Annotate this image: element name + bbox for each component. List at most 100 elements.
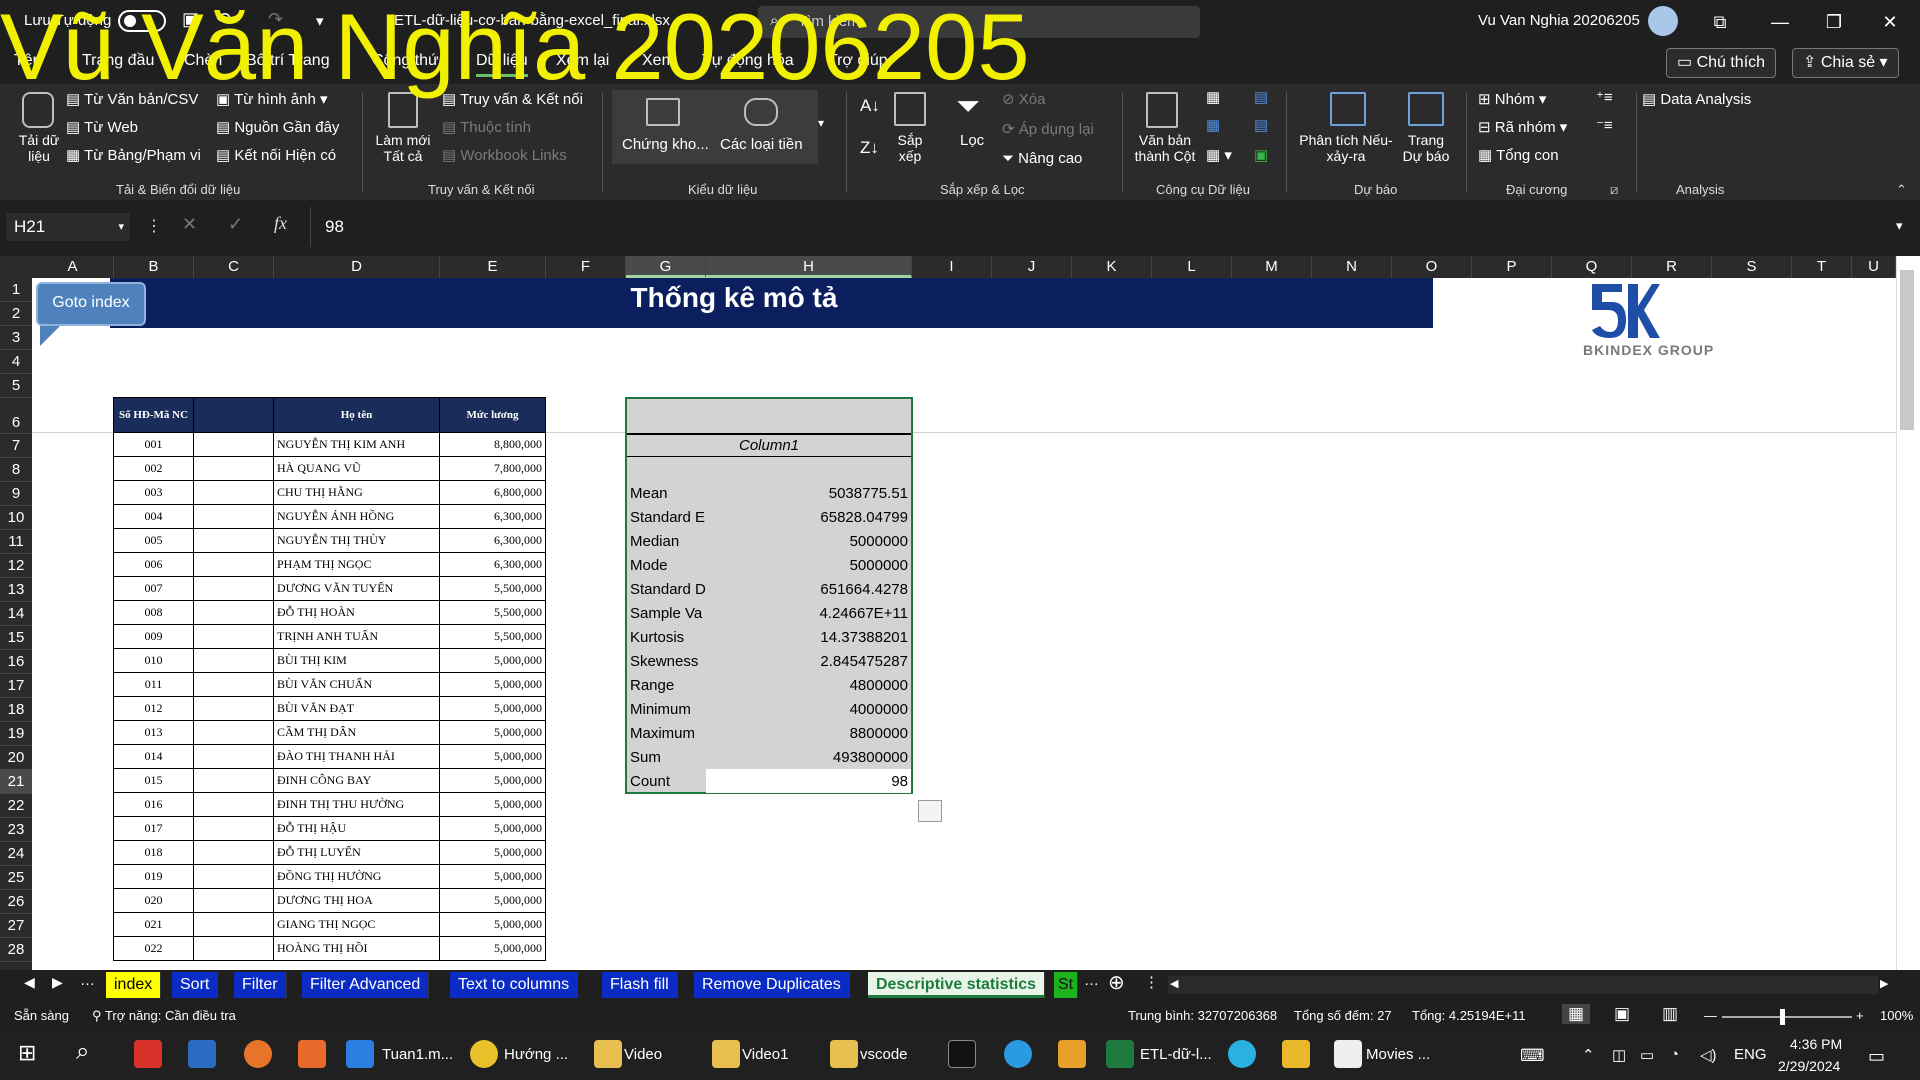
table-cell[interactable]: 003 <box>113 480 194 505</box>
paste-options-icon[interactable] <box>918 800 942 822</box>
app-icon[interactable] <box>298 1040 326 1068</box>
row-header[interactable]: 20 <box>0 746 32 770</box>
scroll-right-icon[interactable]: ▶ <box>52 974 63 991</box>
chevron-up-icon[interactable]: ⌃ <box>1582 1046 1595 1064</box>
stat-value[interactable]: 8800000 <box>706 725 908 742</box>
table-cell[interactable]: 5,000,000 <box>439 696 546 721</box>
horizontal-scrollbar[interactable] <box>1168 976 1878 994</box>
table-cell[interactable]: 6,300,000 <box>439 504 546 529</box>
table-cell[interactable] <box>193 792 274 817</box>
tab-options-icon[interactable]: ⋮ <box>1144 973 1159 991</box>
data-analysis-button[interactable]: ▤ Data Analysis <box>1642 90 1751 108</box>
table-cell[interactable]: 008 <box>113 600 194 625</box>
table-cell[interactable]: 5,000,000 <box>439 840 546 865</box>
avatar[interactable] <box>1648 6 1678 36</box>
docker-icon[interactable] <box>1004 1040 1032 1068</box>
table-cell[interactable] <box>193 888 274 913</box>
row-header[interactable]: 26 <box>0 890 32 914</box>
table-cell[interactable] <box>193 456 274 481</box>
row-header[interactable]: 25 <box>0 866 32 890</box>
column-header[interactable]: M <box>1232 256 1312 278</box>
stat-label[interactable]: Sum <box>630 749 706 766</box>
row-header[interactable]: 18 <box>0 698 32 722</box>
row-header[interactable]: 22 <box>0 794 32 818</box>
from-web-button[interactable]: ▤ Từ Web <box>66 118 138 136</box>
table-cell[interactable]: 6,300,000 <box>439 552 546 577</box>
stat-label[interactable]: Kurtosis <box>630 629 706 646</box>
table-cell[interactable]: BÙI THỊ KIM <box>273 648 440 673</box>
row-header[interactable]: 3 <box>0 326 32 350</box>
column-header[interactable]: E <box>440 256 546 278</box>
row-header[interactable]: 23 <box>0 818 32 842</box>
column-header[interactable]: T <box>1792 256 1852 278</box>
table-cell[interactable] <box>193 720 274 745</box>
table-cell[interactable]: ĐỒNG THỊ HƯỜNG <box>273 864 440 889</box>
table-cell[interactable]: 7,800,000 <box>439 456 546 481</box>
app-icon[interactable] <box>1058 1040 1086 1068</box>
workbook-links-button[interactable]: ▤ Workbook Links <box>442 146 567 164</box>
cancel-icon[interactable]: ✕ <box>182 214 197 235</box>
table-cell[interactable] <box>193 864 274 889</box>
column-header[interactable]: L <box>1152 256 1232 278</box>
stat-label[interactable]: Standard E <box>630 509 706 526</box>
table-cell[interactable]: 8,800,000 <box>439 432 546 457</box>
row-header[interactable]: 28 <box>0 938 32 962</box>
stocks-button[interactable]: Chứng kho... <box>622 136 709 153</box>
table-cell[interactable]: 011 <box>113 672 194 697</box>
table-cell[interactable]: 5,000,000 <box>439 912 546 937</box>
sheet-tab-st[interactable]: St <box>1054 972 1079 998</box>
more-sheets-icon[interactable]: … <box>80 972 95 989</box>
table-cell[interactable]: GIANG THỊ NGỌC <box>273 912 440 937</box>
stat-label[interactable]: Range <box>630 677 706 694</box>
table-cell[interactable]: ĐINH CÔNG BAY <box>273 768 440 793</box>
row-header[interactable]: 11 <box>0 530 32 554</box>
table-cell[interactable]: ĐỖ THỊ LUYẾN <box>273 840 440 865</box>
column-header[interactable]: K <box>1072 256 1152 278</box>
table-cell[interactable] <box>193 696 274 721</box>
table-cell[interactable]: 002 <box>113 456 194 481</box>
app-icon[interactable] <box>134 1040 162 1068</box>
table-cell[interactable]: 5,000,000 <box>439 720 546 745</box>
scroll-right-icon[interactable]: ▶ <box>1880 977 1888 990</box>
comments-button[interactable]: ▭ Chú thích <box>1666 48 1777 78</box>
row-header[interactable]: 2 <box>0 302 32 326</box>
column-header[interactable]: N <box>1312 256 1392 278</box>
table-cell[interactable]: 001 <box>113 432 194 457</box>
what-if-button[interactable]: Phân tích Nếu-xảy-ra <box>1296 132 1396 164</box>
table-cell[interactable]: 021 <box>113 912 194 937</box>
folder-icon[interactable] <box>712 1040 740 1068</box>
get-data-button[interactable]: Tải dữ liệu <box>14 132 64 164</box>
clock-time[interactable]: 4:36 PM <box>1790 1036 1842 1052</box>
table-cell[interactable]: DƯƠNG THỊ HOA <box>273 888 440 913</box>
sheet-tab-index[interactable]: index <box>106 972 162 998</box>
taskbar-app[interactable]: vscode <box>860 1046 908 1063</box>
table-cell[interactable]: 018 <box>113 840 194 865</box>
existing-connections-button[interactable]: ▤ Kết nối Hiện có <box>216 146 336 164</box>
folder-icon[interactable] <box>830 1040 858 1068</box>
expand-formula-icon[interactable]: ▾ <box>1896 218 1903 234</box>
table-cell[interactable]: ĐÀO THỊ THANH HẢI <box>273 744 440 769</box>
table-cell[interactable]: 022 <box>113 936 194 961</box>
table-cell[interactable]: 010 <box>113 648 194 673</box>
table-cell[interactable]: HOÀNG THỊ HỒI <box>273 936 440 961</box>
scroll-left-icon[interactable]: ◀ <box>24 974 35 991</box>
taskbar-app[interactable]: Video1 <box>742 1046 788 1063</box>
accessibility-status[interactable]: ⚲ Trợ năng: Cần điều tra <box>92 1008 236 1024</box>
ribbon-display-icon[interactable]: ⧉ <box>1700 8 1740 36</box>
stat-value[interactable]: 651664.4278 <box>706 581 908 598</box>
row-header[interactable]: 12 <box>0 554 32 578</box>
zoom-in-icon[interactable]: + <box>1856 1008 1864 1023</box>
column-header[interactable]: A <box>32 256 114 278</box>
sheet-tab-filter[interactable]: Filter <box>234 972 287 998</box>
table-cell[interactable] <box>193 744 274 769</box>
row-header[interactable]: 17 <box>0 674 32 698</box>
data-validation-icon[interactable]: ▦ ▾ <box>1206 146 1232 164</box>
table-cell[interactable]: 5,000,000 <box>439 768 546 793</box>
table-cell[interactable]: NGUYỄN ÁNH HỒNG <box>273 504 440 529</box>
stat-value[interactable]: 98 <box>706 773 908 790</box>
normal-view-icon[interactable]: ▦ <box>1562 1004 1591 1024</box>
column-header[interactable]: S <box>1712 256 1792 278</box>
gallery-more-icon[interactable]: ▾ <box>818 116 824 130</box>
app-icon[interactable] <box>244 1040 272 1068</box>
taskbar-app[interactable]: Video <box>624 1046 662 1063</box>
